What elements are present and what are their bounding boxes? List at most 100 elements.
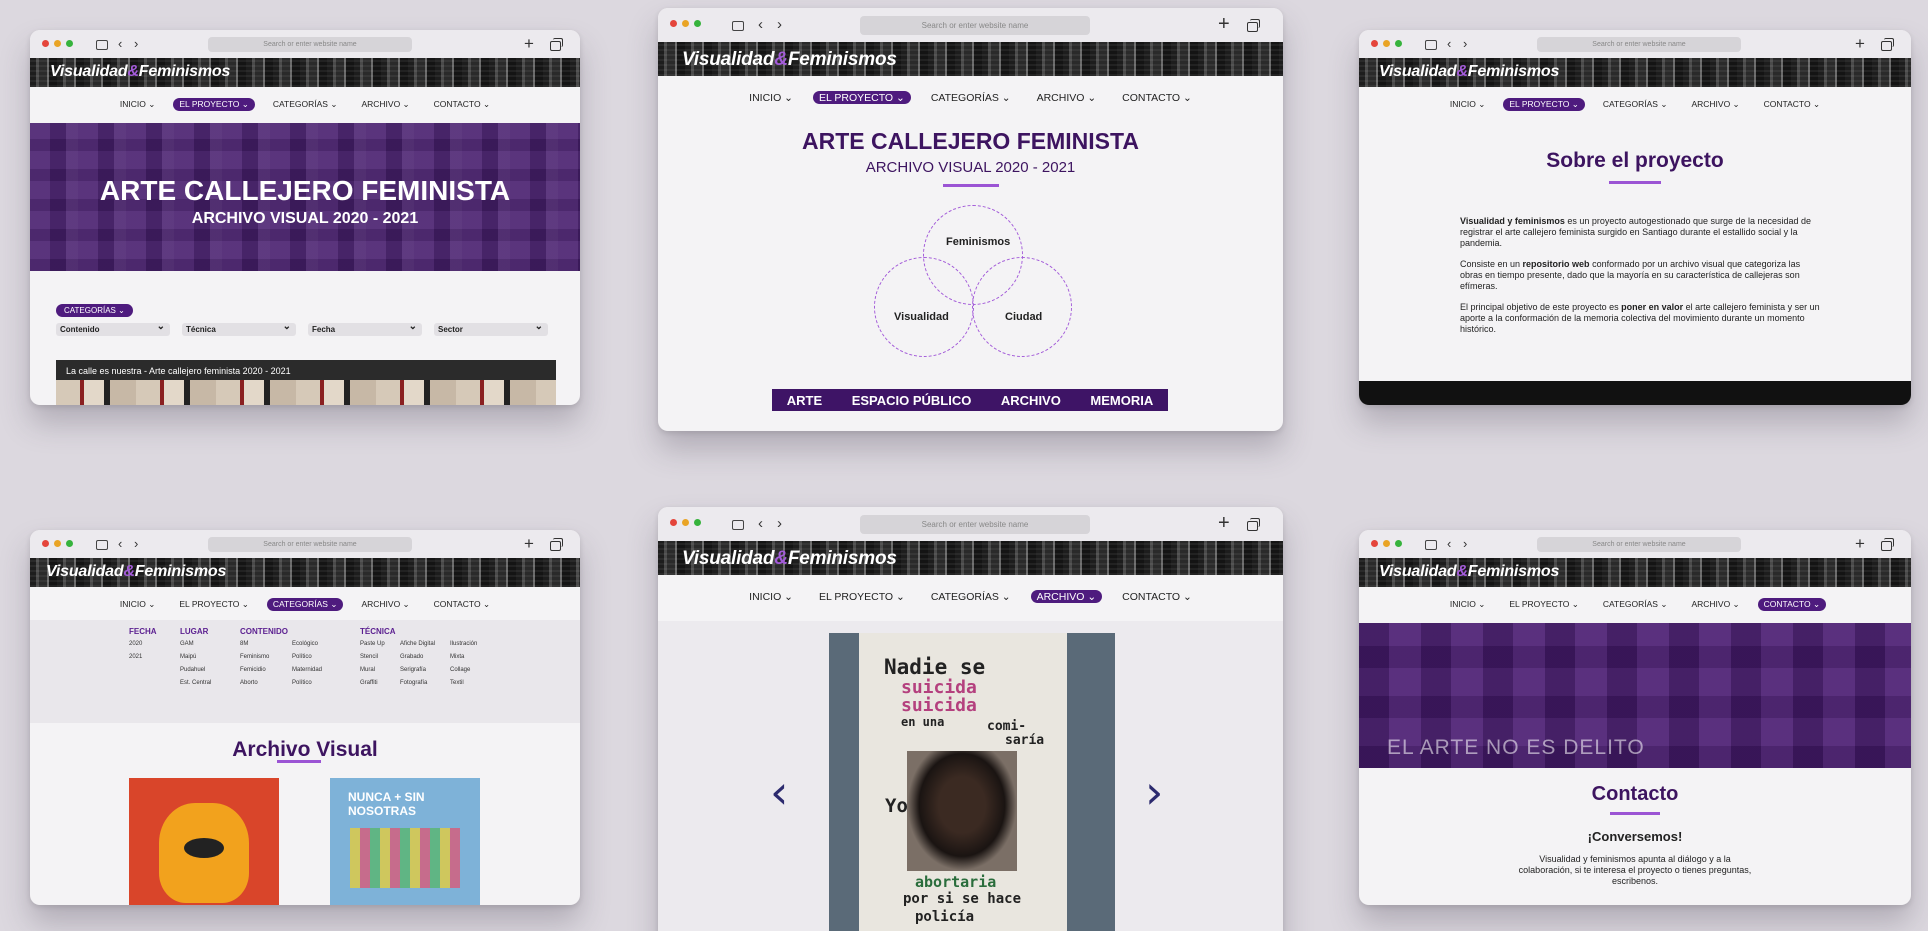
site-logo[interactable]: Visualidad&Feminismos bbox=[50, 63, 230, 81]
nav-el-proyecto[interactable]: EL PROYECTO ⌄ bbox=[173, 98, 255, 111]
menu-item[interactable]: Fotografía bbox=[400, 677, 435, 690]
forward-icon[interactable]: › bbox=[1463, 36, 1467, 52]
filter-fecha[interactable]: Fecha bbox=[308, 321, 422, 336]
next-arrow-icon[interactable]: › bbox=[1145, 765, 1163, 819]
menu-item[interactable]: Mixta bbox=[450, 651, 477, 664]
forward-icon[interactable]: › bbox=[777, 17, 782, 33]
menu-item[interactable]: Maipú bbox=[180, 651, 211, 664]
back-icon[interactable]: ‹ bbox=[758, 17, 763, 33]
minimize-window-button[interactable] bbox=[1383, 540, 1390, 547]
forward-icon[interactable]: › bbox=[1463, 536, 1467, 552]
nav-archivo[interactable]: ARCHIVO ⌄ bbox=[1030, 590, 1103, 603]
nav-archivo[interactable]: ARCHIVO ⌄ bbox=[355, 598, 415, 611]
back-icon[interactable]: ‹ bbox=[118, 36, 122, 52]
nav-inicio[interactable]: INICIO ⌄ bbox=[114, 98, 161, 111]
filter-contenido[interactable]: Contenido bbox=[56, 321, 170, 336]
artwork-thumbnail[interactable]: NUNCA + SIN NOSOTRAS bbox=[330, 778, 480, 905]
nav-inicio[interactable]: INICIO ⌄ bbox=[743, 91, 799, 104]
menu-item[interactable]: Aborto bbox=[240, 677, 288, 690]
nav-contacto[interactable]: CONTACTO ⌄ bbox=[428, 598, 496, 611]
filter-tecnica[interactable]: Técnica bbox=[182, 321, 296, 336]
nav-contacto[interactable]: CONTACTO ⌄ bbox=[428, 98, 496, 111]
address-bar[interactable]: Search or enter website name bbox=[860, 515, 1090, 534]
close-window-button[interactable] bbox=[42, 540, 49, 547]
forward-icon[interactable]: › bbox=[777, 516, 782, 532]
new-tab-icon[interactable]: + bbox=[1218, 513, 1230, 533]
maximize-window-button[interactable] bbox=[694, 519, 701, 526]
nav-archivo[interactable]: ARCHIVO ⌄ bbox=[1031, 91, 1103, 104]
menu-item[interactable]: Político bbox=[292, 677, 322, 690]
back-icon[interactable]: ‹ bbox=[118, 536, 122, 552]
minimize-window-button[interactable] bbox=[1383, 40, 1390, 47]
menu-item[interactable]: Paste Up bbox=[360, 638, 396, 651]
menu-item[interactable]: GAM bbox=[180, 638, 211, 651]
nav-el-proyecto[interactable]: EL PROYECTO ⌄ bbox=[173, 598, 254, 611]
minimize-window-button[interactable] bbox=[54, 40, 61, 47]
minimize-window-button[interactable] bbox=[682, 519, 689, 526]
menu-item[interactable]: Est. Central bbox=[180, 677, 211, 690]
minimize-window-button[interactable] bbox=[54, 540, 61, 547]
menu-item[interactable]: 8M bbox=[240, 638, 288, 651]
address-bar[interactable]: Search or enter website name bbox=[860, 16, 1090, 35]
close-window-button[interactable] bbox=[670, 519, 677, 526]
sidebar-toggle-icon[interactable] bbox=[96, 536, 108, 552]
nav-inicio[interactable]: INICIO ⌄ bbox=[1444, 598, 1491, 611]
address-bar[interactable]: Search or enter website name bbox=[1537, 537, 1741, 552]
nav-el-proyecto[interactable]: EL PROYECTO ⌄ bbox=[813, 590, 911, 603]
nav-archivo[interactable]: ARCHIVO ⌄ bbox=[1685, 98, 1745, 111]
nav-el-proyecto[interactable]: EL PROYECTO ⌄ bbox=[1503, 598, 1584, 611]
menu-item[interactable]: Pudahuel bbox=[180, 664, 211, 677]
new-tab-icon[interactable]: + bbox=[524, 35, 534, 52]
tab-overview-icon[interactable] bbox=[1247, 19, 1260, 32]
address-bar[interactable]: Search or enter website name bbox=[208, 537, 412, 552]
close-window-button[interactable] bbox=[670, 20, 677, 27]
tab-overview-icon[interactable] bbox=[1881, 538, 1894, 551]
tab-overview-icon[interactable] bbox=[1881, 38, 1894, 51]
menu-item[interactable]: 2020 bbox=[129, 638, 157, 651]
new-tab-icon[interactable]: + bbox=[1855, 535, 1865, 552]
gallery-image[interactable]: Nadie se suicida suicida en una comi- sa… bbox=[829, 633, 1115, 931]
nav-inicio[interactable]: INICIO ⌄ bbox=[114, 598, 161, 611]
tab-overview-icon[interactable] bbox=[550, 38, 563, 51]
forward-icon[interactable]: › bbox=[134, 36, 138, 52]
close-window-button[interactable] bbox=[1371, 540, 1378, 547]
nav-categorias[interactable]: CATEGORÍAS ⌄ bbox=[925, 91, 1017, 104]
artwork-thumbnail[interactable] bbox=[129, 778, 279, 905]
minimize-window-button[interactable] bbox=[682, 20, 689, 27]
menu-item[interactable]: Político bbox=[292, 651, 322, 664]
site-logo[interactable]: Visualidad&Feminismos bbox=[46, 563, 226, 581]
site-logo[interactable]: Visualidad&Feminismos bbox=[1379, 63, 1559, 81]
menu-item[interactable]: Graffiti bbox=[360, 677, 396, 690]
menu-item[interactable]: Maternidad bbox=[292, 664, 322, 677]
sidebar-toggle-icon[interactable] bbox=[732, 516, 744, 532]
nav-archivo[interactable]: ARCHIVO ⌄ bbox=[1685, 598, 1745, 611]
site-logo[interactable]: Visualidad&Feminismos bbox=[1379, 563, 1559, 581]
previous-arrow-icon[interactable]: ‹ bbox=[770, 765, 788, 819]
menu-item[interactable]: Mural bbox=[360, 664, 396, 677]
nav-el-proyecto[interactable]: EL PROYECTO ⌄ bbox=[812, 91, 911, 104]
address-bar[interactable]: Search or enter website name bbox=[1537, 37, 1741, 52]
menu-item[interactable]: Stencil bbox=[360, 651, 396, 664]
close-window-button[interactable] bbox=[42, 40, 49, 47]
nav-contacto[interactable]: CONTACTO ⌄ bbox=[1758, 98, 1826, 111]
nav-contacto[interactable]: CONTACTO ⌄ bbox=[1116, 590, 1198, 603]
nav-contacto[interactable]: CONTACTO ⌄ bbox=[1757, 598, 1827, 611]
new-tab-icon[interactable]: + bbox=[1218, 14, 1230, 34]
new-tab-icon[interactable]: + bbox=[1855, 35, 1865, 52]
back-icon[interactable]: ‹ bbox=[1447, 36, 1451, 52]
nav-inicio[interactable]: INICIO ⌄ bbox=[743, 590, 799, 603]
maximize-window-button[interactable] bbox=[694, 20, 701, 27]
menu-item[interactable]: Ecológico bbox=[292, 638, 322, 651]
menu-item[interactable]: Afiche Digital bbox=[400, 638, 435, 651]
nav-inicio[interactable]: INICIO ⌄ bbox=[1444, 98, 1491, 111]
filter-sector[interactable]: Sector bbox=[434, 321, 548, 336]
menu-item[interactable]: Femicidio bbox=[240, 664, 288, 677]
menu-item[interactable]: 2021 bbox=[129, 651, 157, 664]
nav-el-proyecto[interactable]: EL PROYECTO ⌄ bbox=[1503, 98, 1585, 111]
sidebar-toggle-icon[interactable] bbox=[732, 17, 744, 33]
nav-contacto[interactable]: CONTACTO ⌄ bbox=[1116, 91, 1198, 104]
maximize-window-button[interactable] bbox=[66, 40, 73, 47]
categories-button[interactable]: CATEGORÍAS ⌄ bbox=[56, 304, 133, 317]
menu-item[interactable]: Grabado bbox=[400, 651, 435, 664]
address-bar[interactable]: Search or enter website name bbox=[208, 37, 412, 52]
